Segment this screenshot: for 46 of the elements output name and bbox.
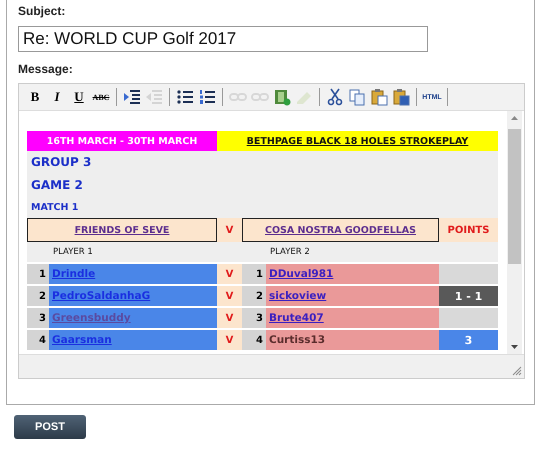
player-link[interactable]: Curtiss13	[269, 334, 326, 346]
table-cell: 3	[242, 306, 266, 328]
format-button[interactable]: U	[69, 87, 89, 107]
versus-cell: V	[217, 284, 242, 306]
versus-cell: V	[217, 306, 242, 328]
message-label: Message:	[18, 62, 73, 76]
table-cell: 4	[27, 328, 49, 350]
course-cell: BETHPAGE BLACK 18 HOLES STROKEPLAY	[217, 131, 498, 151]
format-button[interactable]: ABC	[91, 87, 111, 107]
points-heading: POINTS	[439, 218, 498, 242]
format-button[interactable]: B	[25, 87, 45, 107]
versus-cell: V	[217, 262, 242, 284]
versus-cell: V	[217, 218, 242, 242]
clipboard-word-icon[interactable]	[391, 87, 411, 107]
player-link[interactable]: Brute407	[269, 312, 324, 324]
subject-label: Subject:	[18, 4, 66, 18]
table-cell: 4	[242, 328, 266, 350]
scissors-icon[interactable]	[325, 87, 345, 107]
numbered-list-icon[interactable]	[197, 87, 217, 107]
table-cell: 3	[27, 306, 49, 328]
player-link[interactable]: sickoview	[269, 290, 326, 302]
versus-cell: V	[217, 328, 242, 350]
indent-icon[interactable]	[122, 87, 142, 107]
post-button[interactable]: POST	[14, 415, 86, 439]
format-button[interactable]: I	[47, 87, 67, 107]
player-link[interactable]: DDuval981	[269, 268, 334, 280]
date-range-cell: 16TH MARCH - 30TH MARCH	[27, 131, 217, 151]
team-cell: FRIENDS OF SEVE	[27, 218, 217, 242]
column-heading: PLAYER 1	[52, 246, 94, 259]
resize-grip-icon[interactable]	[512, 366, 522, 376]
score-cell: 1 - 1	[439, 284, 498, 306]
group-heading: GROUP 3	[30, 154, 92, 171]
game-heading: GAME 2	[30, 176, 84, 194]
scroll-thumb[interactable]	[508, 129, 521, 264]
copy-icon[interactable]	[347, 87, 367, 107]
score-cell: 3	[439, 328, 498, 350]
column-heading: PLAYER 2	[269, 246, 311, 259]
team-cell: COSA NOSTRA GOODFELLAS	[242, 218, 439, 242]
table-cell: 2	[27, 284, 49, 306]
table-cell: 1	[242, 262, 266, 284]
table-cell: 2	[242, 284, 266, 306]
clipboard-icon[interactable]	[369, 87, 389, 107]
subject-field[interactable]: Re: WORLD CUP Golf 2017	[18, 26, 428, 52]
table-cell: 1	[27, 262, 49, 284]
scrollbar[interactable]	[507, 111, 522, 354]
match-heading: MATCH 1	[30, 200, 80, 214]
